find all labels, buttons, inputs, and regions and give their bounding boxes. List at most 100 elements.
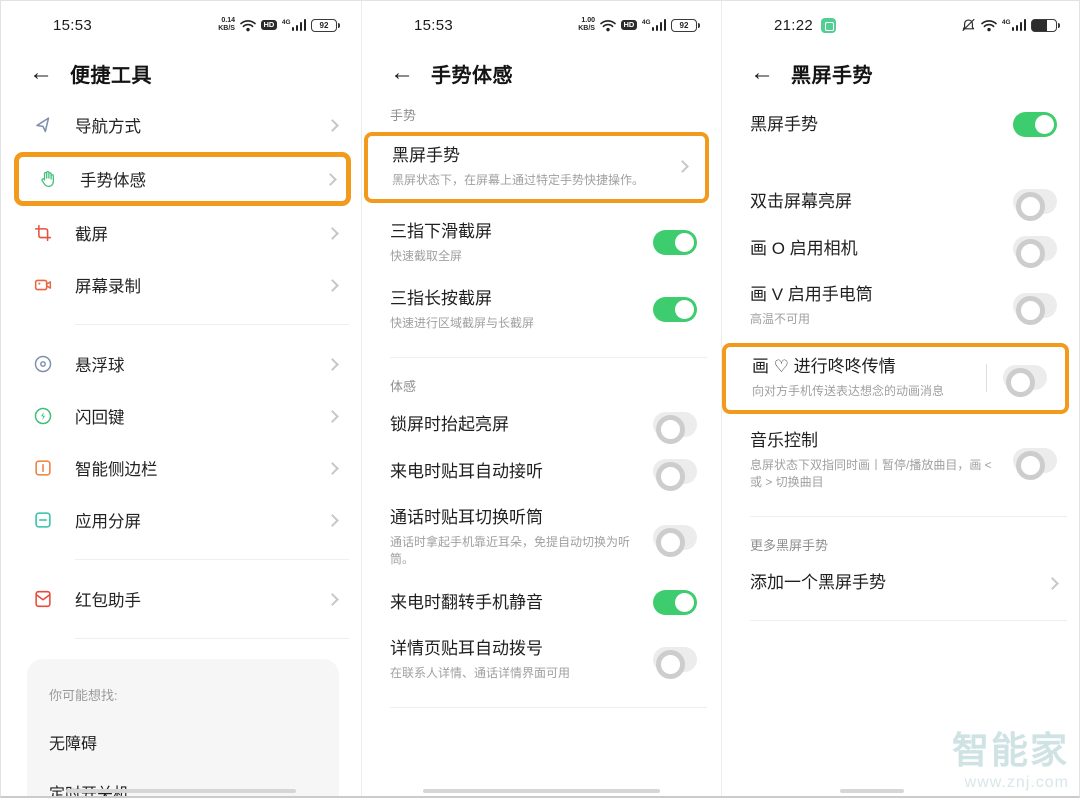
- setting-row-draw-v-flashlight: 画 V 启用手电筒 高温不可用: [722, 272, 1080, 339]
- menu-item-label: 智能侧边栏: [75, 456, 158, 480]
- setting-subtitle: 在联系人详情、通话详情界面可用: [390, 665, 639, 682]
- page-title: 便捷工具: [70, 59, 152, 88]
- hd-volte-icon: HD: [621, 20, 637, 31]
- network-speed-label: 0.14KB/S: [218, 17, 235, 32]
- toggle-switch[interactable]: [653, 459, 697, 484]
- suggestions-card: 你可能想找: 无障碍 定时开关机: [27, 659, 339, 798]
- menu-item-split-screen[interactable]: 应用分屏: [1, 494, 361, 546]
- toggle-switch[interactable]: [653, 590, 697, 615]
- toggle-switch[interactable]: [653, 647, 697, 672]
- battery-icon: 92: [671, 19, 697, 32]
- setting-row-draw-heart: 画 ♡ 进行咚咚传情 向对方手机传送表达想念的动画消息: [726, 347, 1065, 410]
- screen-record-icon: [31, 273, 55, 297]
- network-speed-label: 1.00KB/S: [578, 17, 595, 32]
- annotation-highlight-box: 黑屏手势 黑屏状态下，在屏幕上通过特定手势快捷操作。: [364, 132, 709, 203]
- status-icons: 4G: [961, 18, 1057, 32]
- toggle-switch[interactable]: [1013, 236, 1057, 261]
- chevron-right-icon: [326, 462, 339, 475]
- divider: [75, 324, 349, 325]
- crop-icon: [31, 221, 55, 245]
- menu-item-smart-sidebar[interactable]: 智能侧边栏: [1, 442, 361, 494]
- back-arrow-icon[interactable]: ←: [29, 61, 53, 85]
- suggestions-title: 你可能想找:: [49, 685, 339, 704]
- back-arrow-icon[interactable]: ←: [750, 61, 774, 85]
- panel-gestures-motions: 15:53 1.00KB/S HD 4G 92 ← 手势体感 手势 黑屏手势 黑…: [361, 1, 721, 798]
- panel-black-screen-gestures: 21:22 4G ← 黑屏手势 黑屏手势 双击屏幕亮屏 画 O 启用相机: [721, 1, 1080, 798]
- toggle-switch[interactable]: [1013, 448, 1057, 473]
- mute-vibrate-icon: [961, 18, 976, 32]
- divider: [750, 620, 1067, 621]
- setting-title: 来电时翻转手机静音: [390, 591, 639, 615]
- divider: [986, 364, 987, 392]
- setting-row-raise-to-wake: 锁屏时抬起亮屏: [362, 401, 721, 448]
- wifi-icon: [240, 19, 256, 32]
- menu-item-label: 屏幕录制: [75, 273, 141, 297]
- status-icons: 0.14KB/S HD 4G 92: [218, 17, 337, 32]
- setting-title: 详情页贴耳自动拨号: [390, 637, 639, 661]
- page-title: 黑屏手势: [791, 59, 873, 88]
- screen-recorder-badge-icon: [821, 18, 836, 33]
- setting-row-auto-answer-at-ear: 来电时贴耳自动接听: [362, 448, 721, 495]
- menu-item-screen-recording[interactable]: 屏幕录制: [1, 259, 361, 311]
- setting-subtitle: 黑屏状态下，在屏幕上通过特定手势快捷操作。: [392, 172, 664, 189]
- divider: [75, 559, 349, 560]
- page-title: 手势体感: [431, 59, 513, 88]
- setting-title: 音乐控制: [750, 429, 999, 453]
- setting-subtitle: 息屏状态下双指同时画丨暂停/播放曲目，画 < 或 > 切换曲目: [750, 457, 999, 491]
- chevron-right-icon: [326, 227, 339, 240]
- annotation-highlight-box: 手势体感: [14, 152, 351, 206]
- divider: [75, 638, 349, 639]
- home-indicator[interactable]: [840, 789, 904, 793]
- toggle-switch[interactable]: [1013, 293, 1057, 318]
- status-bar: 21:22 4G: [722, 1, 1080, 43]
- menu-item-screenshot[interactable]: 截屏: [1, 207, 361, 259]
- menu-item-label: 手势体感: [80, 167, 146, 191]
- wifi-icon: [600, 19, 616, 32]
- menu-item-navigation-mode[interactable]: 导航方式: [1, 99, 361, 151]
- home-indicator[interactable]: [66, 789, 296, 793]
- toggle-switch[interactable]: [653, 525, 697, 550]
- toggle-switch[interactable]: [1013, 112, 1057, 137]
- watermark: 智能家 www.znj.com: [952, 732, 1069, 791]
- chevron-right-icon: [326, 279, 339, 292]
- red-packet-icon: [31, 587, 55, 611]
- menu-item-floating-ball[interactable]: 悬浮球: [1, 338, 361, 390]
- smart-sidebar-icon: [31, 456, 55, 480]
- chevron-right-icon: [326, 593, 339, 606]
- chevron-right-icon: [676, 160, 689, 173]
- floating-ball-icon: [31, 352, 55, 376]
- section-label-more-gestures: 更多黑屏手势: [722, 517, 1080, 560]
- toggle-switch[interactable]: [653, 297, 697, 322]
- section-label-gestures: 手势: [362, 87, 721, 130]
- hand-gesture-icon: [36, 167, 60, 191]
- setting-subtitle: 通话时拿起手机靠近耳朵，免提自动切换为听筒。: [390, 534, 639, 568]
- menu-item-label: 导航方式: [75, 113, 141, 137]
- back-arrow-icon[interactable]: ←: [390, 61, 414, 85]
- setting-row-music-control: 音乐控制 息屏状态下双指同时画丨暂停/播放曲目，画 < 或 > 切换曲目: [722, 418, 1080, 502]
- setting-row-black-screen-gestures-master: 黑屏手势: [722, 101, 1080, 148]
- setting-row-black-screen-gestures[interactable]: 黑屏手势 黑屏状态下，在屏幕上通过特定手势快捷操作。: [368, 136, 705, 199]
- menu-item-flashback-key[interactable]: 闪回键: [1, 390, 361, 442]
- setting-row-add-gesture[interactable]: 添加一个黑屏手势: [722, 560, 1080, 606]
- home-indicator[interactable]: [423, 789, 660, 793]
- setting-title: 来电时贴耳自动接听: [390, 460, 639, 484]
- status-time: 15:53: [53, 17, 92, 34]
- toggle-switch[interactable]: [1003, 365, 1047, 390]
- setting-title: 画 V 启用手电筒: [750, 283, 999, 307]
- watermark-url: www.znj.com: [952, 775, 1069, 791]
- chevron-right-icon: [326, 514, 339, 527]
- chevron-right-icon: [324, 173, 337, 186]
- hd-volte-icon: HD: [261, 20, 277, 31]
- toggle-switch[interactable]: [653, 412, 697, 437]
- status-icons: 1.00KB/S HD 4G 92: [578, 17, 697, 32]
- setting-row-three-finger-swipe-screenshot: 三指下滑截屏 快速截取全屏: [362, 209, 721, 276]
- toggle-switch[interactable]: [653, 230, 697, 255]
- cellular-signal-icon: 4G: [642, 19, 666, 31]
- split-screen-icon: [31, 508, 55, 532]
- menu-item-red-packet-assistant[interactable]: 红包助手: [1, 573, 361, 625]
- toggle-switch[interactable]: [1013, 189, 1057, 214]
- menu-item-gestures-motions[interactable]: 手势体感: [19, 157, 346, 201]
- wifi-icon: [981, 19, 997, 32]
- suggestion-accessibility[interactable]: 无障碍: [49, 730, 339, 754]
- menu-item-label: 悬浮球: [75, 352, 125, 376]
